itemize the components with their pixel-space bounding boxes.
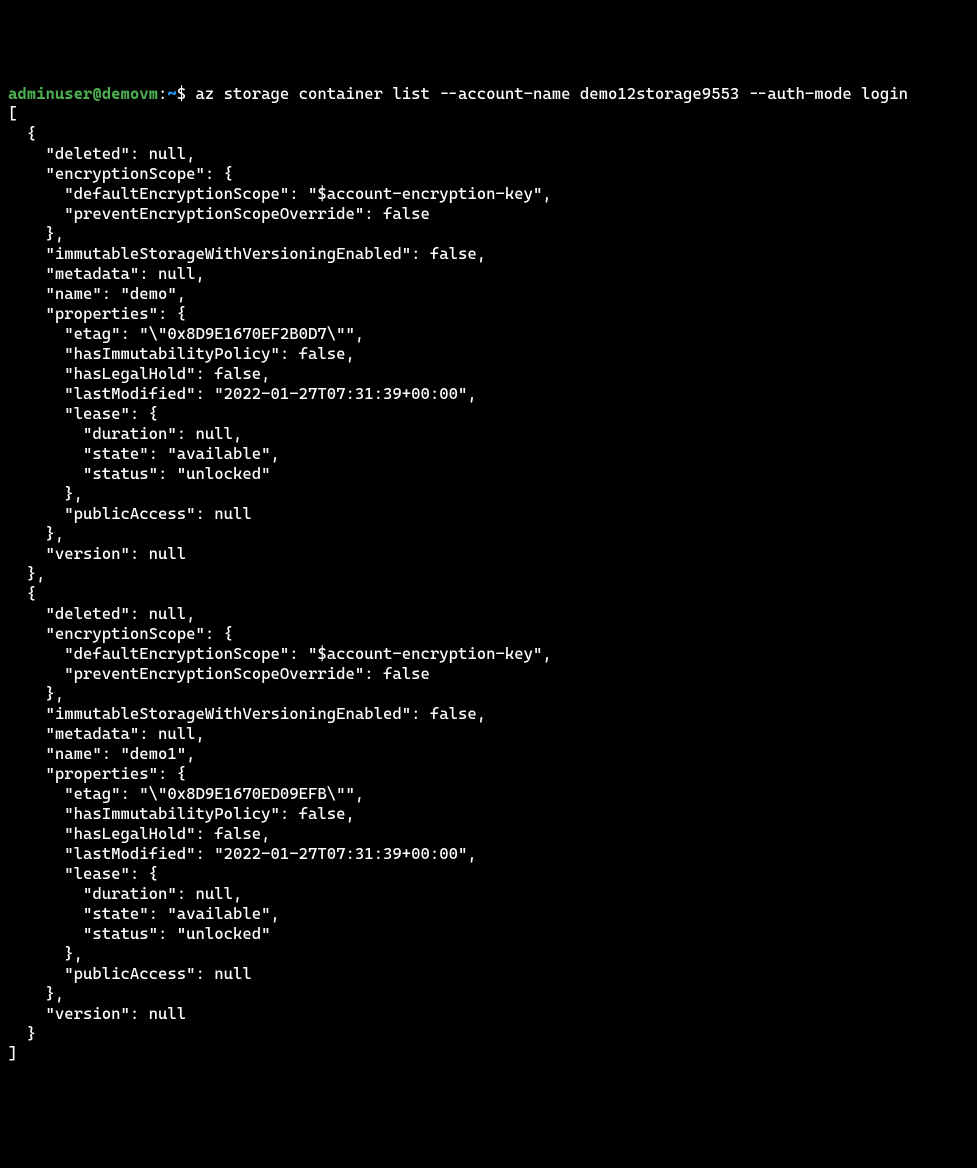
prompt-user: adminuser	[8, 84, 92, 103]
prompt-dollar: $	[177, 84, 186, 103]
command-text: az storage container list --account-name…	[186, 84, 908, 103]
prompt-at: @	[92, 84, 101, 103]
prompt-path: ~	[167, 84, 176, 103]
terminal[interactable]: adminuser@demovm:~$ az storage container…	[8, 84, 969, 1064]
prompt-colon: :	[158, 84, 167, 103]
prompt-host: demovm	[102, 84, 158, 103]
command-output: [ { "deleted": null, "encryptionScope": …	[8, 104, 552, 1063]
